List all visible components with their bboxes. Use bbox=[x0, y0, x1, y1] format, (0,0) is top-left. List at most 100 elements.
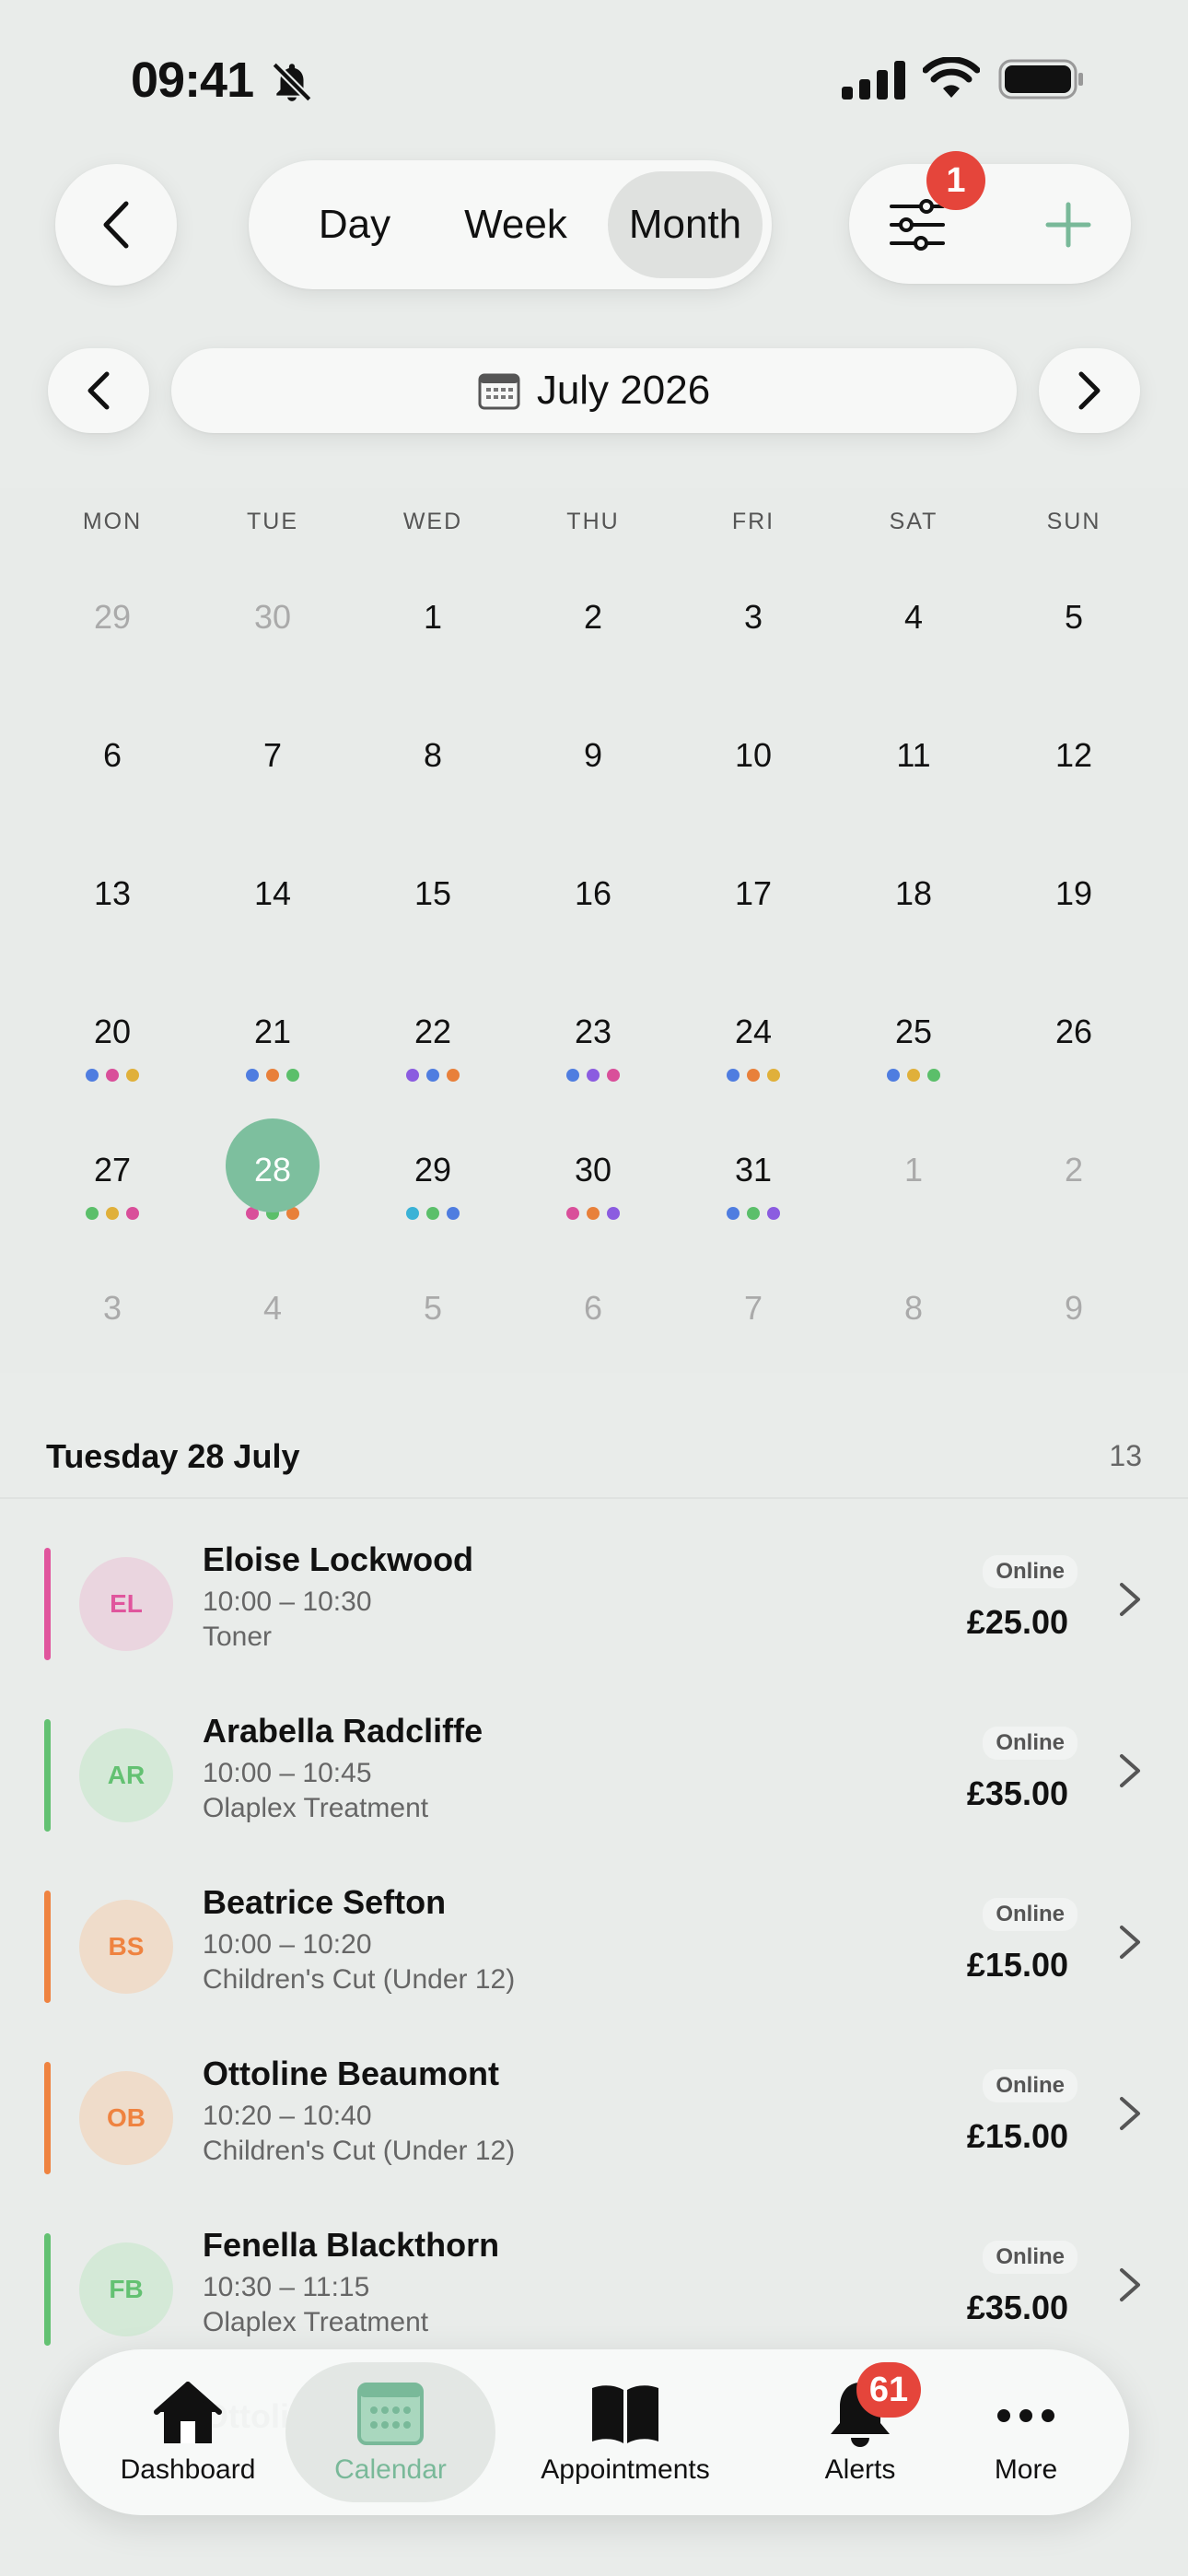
appointment-price: £35.00 bbox=[966, 2289, 1068, 2326]
calendar-day[interactable]: 17 bbox=[673, 868, 833, 969]
calendar-day[interactable]: 30 bbox=[192, 591, 353, 693]
calendar-day[interactable]: 4 bbox=[192, 1282, 353, 1384]
calendar-day[interactable]: 12 bbox=[994, 730, 1154, 831]
appointment-row[interactable]: OB Ottoline Beaumont 10:20 – 10:40 Children… bbox=[0, 2045, 1188, 2217]
appointment-dot bbox=[607, 1207, 620, 1220]
filter-icon[interactable] bbox=[890, 199, 945, 251]
calendar-day[interactable]: 31 bbox=[673, 1144, 833, 1246]
calendar-day[interactable]: 4 bbox=[833, 591, 994, 693]
appointment-dot bbox=[406, 1069, 419, 1082]
calendar-day[interactable]: 14 bbox=[192, 868, 353, 969]
calendar-day[interactable]: 30 bbox=[513, 1144, 673, 1246]
calendar-day[interactable]: 19 bbox=[994, 868, 1154, 969]
appointment-time: 10:30 – 11:15 bbox=[203, 2272, 370, 2302]
calendar-day[interactable]: 13 bbox=[32, 868, 192, 969]
calendar-day[interactable]: 22 bbox=[353, 1006, 513, 1107]
appointment-dot bbox=[126, 1207, 139, 1220]
day-number: 6 bbox=[102, 736, 122, 774]
tab-more[interactable]: More bbox=[952, 2349, 1100, 2515]
back-button[interactable] bbox=[55, 164, 177, 286]
calendar-day[interactable]: 6 bbox=[32, 730, 192, 831]
appointment-row[interactable]: AR Arabella Radcliffe 10:00 – 10:45 Olaplex… bbox=[0, 1703, 1188, 1874]
book-icon bbox=[592, 2385, 658, 2443]
chevron-right-icon bbox=[1078, 371, 1101, 410]
calendar-day[interactable]: 20 bbox=[32, 1006, 192, 1107]
calendar-day[interactable]: 2 bbox=[994, 1144, 1154, 1246]
tab-calendar[interactable]: Calendar bbox=[289, 2349, 492, 2515]
calendar-day[interactable]: 24 bbox=[673, 1006, 833, 1107]
month-picker[interactable]: July 2026 bbox=[171, 348, 1017, 433]
avatar: BS bbox=[79, 1900, 173, 1994]
calendar-day[interactable]: 9 bbox=[994, 1282, 1154, 1384]
appointment-dot bbox=[447, 1207, 460, 1220]
day-number: 7 bbox=[743, 1289, 763, 1327]
weekday-header: SAT bbox=[889, 509, 938, 534]
calendar-day[interactable]: 2 bbox=[513, 591, 673, 693]
day-number: 30 bbox=[253, 598, 292, 636]
calendar-day[interactable]: 1 bbox=[833, 1144, 994, 1246]
calendar-day[interactable]: 7 bbox=[192, 730, 353, 831]
day-number: 3 bbox=[743, 598, 763, 636]
tab-alerts[interactable]: Alerts 61 bbox=[768, 2349, 952, 2515]
calendar-day[interactable]: 15 bbox=[353, 868, 513, 969]
tab-appointments[interactable]: Appointments bbox=[510, 2349, 740, 2515]
appointment-time: 10:20 – 10:40 bbox=[203, 2101, 372, 2131]
appointment-time: 10:00 – 10:30 bbox=[203, 1587, 372, 1617]
appointment-dot bbox=[406, 1207, 419, 1220]
day-number: 26 bbox=[1054, 1013, 1093, 1050]
tab-label: Alerts bbox=[824, 2454, 896, 2485]
calendar-day[interactable]: 23 bbox=[513, 1006, 673, 1107]
calendar-day[interactable]: 8 bbox=[353, 730, 513, 831]
chevron-right-icon bbox=[1120, 2268, 1140, 2301]
chevron-left-icon bbox=[87, 371, 110, 410]
calendar-day[interactable]: 3 bbox=[673, 591, 833, 693]
calendar-day[interactable]: 1 bbox=[353, 591, 513, 693]
appointment-dots bbox=[513, 1069, 673, 1082]
tab-dashboard[interactable]: Dashboard bbox=[96, 2349, 280, 2515]
calendar-day[interactable]: 5 bbox=[353, 1282, 513, 1384]
appointment-dot bbox=[106, 1069, 119, 1082]
calendar-day[interactable]: 7 bbox=[673, 1282, 833, 1384]
appointment-row[interactable]: EL Eloise Lockwood 10:00 – 10:30 Toner Onlin… bbox=[0, 1531, 1188, 1703]
calendar-day[interactable]: 27 bbox=[32, 1144, 192, 1246]
previous-month-button[interactable] bbox=[48, 348, 149, 433]
weekday-header: TUE bbox=[247, 509, 298, 534]
add-icon[interactable] bbox=[1044, 201, 1092, 249]
day-number: 8 bbox=[423, 736, 443, 774]
day-number: 1 bbox=[423, 598, 443, 636]
calendar-day[interactable]: 21 bbox=[192, 1006, 353, 1107]
appointment-dots bbox=[833, 1069, 994, 1082]
calendar-day[interactable]: 8 bbox=[833, 1282, 994, 1384]
calendar-day[interactable]: 29 bbox=[353, 1144, 513, 1246]
appointment-row[interactable]: BS Beatrice Sefton 10:00 – 10:20 Children's… bbox=[0, 1874, 1188, 2045]
calendar-day[interactable]: 6 bbox=[513, 1282, 673, 1384]
day-number: 18 bbox=[894, 874, 933, 912]
appointment-dot bbox=[927, 1069, 940, 1082]
appointment-dots bbox=[353, 1069, 513, 1082]
wifi-icon bbox=[923, 57, 980, 98]
calendar-day-selected[interactable]: 28 bbox=[192, 1118, 353, 1246]
calendar-day[interactable]: 26 bbox=[994, 1006, 1154, 1107]
booking-channel-badge: Online bbox=[983, 1727, 1077, 1760]
calendar-day[interactable]: 5 bbox=[994, 591, 1154, 693]
calendar-day[interactable]: 10 bbox=[673, 730, 833, 831]
day-number: 31 bbox=[734, 1151, 773, 1188]
day-number: 4 bbox=[903, 598, 924, 636]
calendar-day[interactable]: 3 bbox=[32, 1282, 192, 1384]
view-day-option[interactable]: Day bbox=[267, 171, 442, 278]
tab-label: Dashboard bbox=[120, 2454, 256, 2485]
calendar-day[interactable]: 16 bbox=[513, 868, 673, 969]
day-number: 17 bbox=[734, 874, 773, 912]
appointment-dot bbox=[246, 1069, 259, 1082]
calendar-day[interactable]: 29 bbox=[32, 591, 192, 693]
calendar-day[interactable]: 9 bbox=[513, 730, 673, 831]
view-month-option[interactable]: Month bbox=[608, 171, 763, 278]
calendar-day[interactable]: 11 bbox=[833, 730, 994, 831]
calendar-day[interactable]: 25 bbox=[833, 1006, 994, 1107]
divider bbox=[0, 1497, 1188, 1499]
view-week-option[interactable]: Week bbox=[424, 171, 608, 278]
alerts-count-badge: 61 bbox=[856, 2362, 921, 2418]
day-number: 4 bbox=[262, 1289, 283, 1327]
next-month-button[interactable] bbox=[1039, 348, 1140, 433]
calendar-day[interactable]: 18 bbox=[833, 868, 994, 969]
